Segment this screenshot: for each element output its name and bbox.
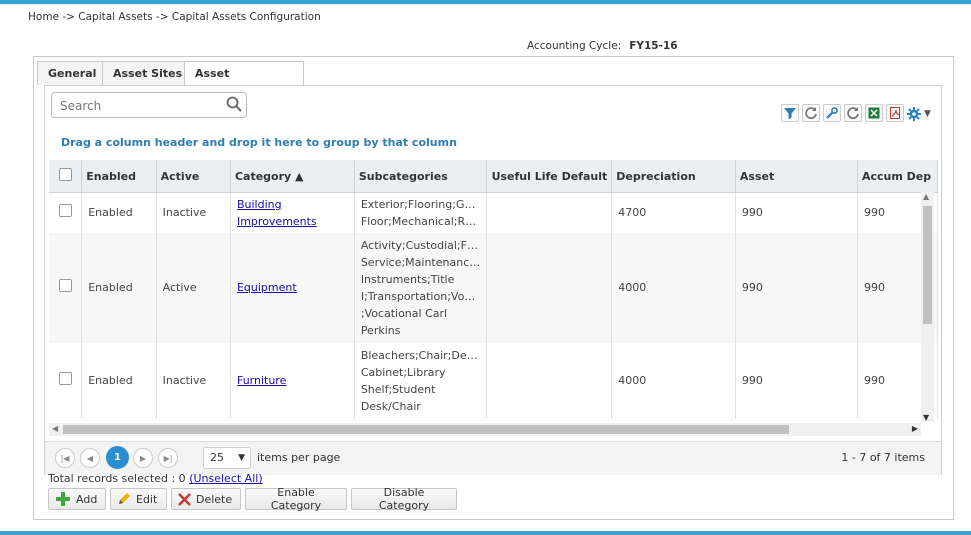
delete-button-label: Delete — [196, 492, 233, 506]
cell-depreciation: 4000 — [611, 232, 736, 343]
disable-category-button[interactable]: Disable Category — [351, 486, 457, 512]
gear-icon[interactable]: ▼ — [907, 104, 937, 124]
next-page-icon[interactable]: ▶ — [133, 448, 153, 468]
page-size-value: 25 — [210, 451, 224, 464]
plus-icon — [56, 492, 70, 506]
vertical-scrollbar[interactable]: ▲ ▼ — [921, 192, 934, 422]
cell-active: Inactive — [156, 192, 231, 233]
cell-category: Furniture — [230, 342, 355, 419]
cell-depreciation: 4000 — [611, 342, 736, 419]
accounting-cycle-label: Accounting Cycle: — [527, 40, 622, 52]
pager-info: 1 - 7 of 7 items — [841, 451, 925, 464]
total-selected-label: Total records selected : 0 — [48, 472, 186, 485]
select-all-checkbox[interactable] — [58, 168, 72, 181]
cell-enabled: Enabled — [81, 342, 157, 419]
horizontal-scroll-thumb[interactable] — [63, 425, 789, 434]
column-header-useful-life[interactable]: Useful Life Default — [486, 160, 613, 193]
add-button-label: Add — [76, 492, 98, 506]
row-checkbox[interactable] — [58, 371, 72, 385]
category-link[interactable]: Building Improvements — [237, 198, 317, 228]
breadcrumb[interactable]: Home -> Capital Assets -> Capital Assets… — [28, 11, 321, 23]
categories-grid-container: ▼ Drag a column header and drop it here … — [44, 85, 942, 475]
scroll-left-icon[interactable]: ◀ — [52, 424, 58, 433]
search-box[interactable] — [51, 92, 247, 118]
column-header-enabled[interactable]: Enabled — [81, 160, 157, 193]
cell-asset: 990 — [735, 342, 859, 419]
cell-depreciation: 4700 — [611, 192, 736, 233]
column-header-accum-dep[interactable]: Accum Dep — [857, 160, 938, 193]
accounting-cycle: Accounting Cycle: FY15-16 — [527, 40, 678, 52]
cell-subcategories: Bleachers;Chair;De… Cabinet;Library Shelf;… — [354, 342, 488, 419]
grid-header-row: Enabled Active Category ▲ Subcategories … — [49, 160, 938, 193]
action-bar: Add Edit Delete Enable Category Disable … — [48, 486, 457, 512]
add-button[interactable]: Add — [48, 488, 106, 510]
tab-asset-categories[interactable]: Asset Categories — [184, 61, 304, 103]
cell-useful-life — [486, 192, 613, 233]
categories-table: Enabled Active Category ▲ Subcategories … — [49, 160, 938, 419]
table-row[interactable]: Enabled Inactive Furniture Bleachers;Cha… — [49, 342, 938, 419]
column-header-asset[interactable]: Asset — [735, 160, 859, 193]
top-accent-bar — [0, 0, 971, 4]
chevron-down-icon: ▼ — [238, 453, 245, 463]
pdf-icon[interactable] — [886, 104, 904, 122]
cell-useful-life — [486, 232, 613, 343]
refresh-icon[interactable] — [802, 104, 820, 122]
scroll-up-icon[interactable]: ▲ — [923, 192, 929, 201]
grid-pager: |◀ ◀ 1 ▶ ▶| 25 ▼ items per page 1 - 7 of … — [45, 441, 941, 475]
cell-category: Building Improvements — [230, 192, 355, 233]
vertical-scroll-thumb[interactable] — [923, 206, 932, 324]
grid-tool-icons: ▼ — [781, 104, 937, 124]
group-drop-hint[interactable]: Drag a column header and drop it here to… — [61, 136, 457, 149]
last-page-icon[interactable]: ▶| — [158, 448, 178, 468]
column-header-active[interactable]: Active — [156, 160, 231, 193]
table-row[interactable]: Enabled Inactive Building Improvements Ex… — [49, 192, 938, 233]
cell-asset: 990 — [735, 192, 859, 233]
refresh-icon[interactable] — [844, 104, 862, 122]
edit-button[interactable]: Edit — [110, 488, 167, 510]
cell-subcategories: Exterior;Flooring;G… Floor;Mechanical;R… — [354, 192, 488, 233]
scroll-right-icon[interactable]: ▶ — [912, 424, 918, 433]
cell-subcategories: Activity;Custodial;F… Service;Maintenanc…… — [354, 232, 488, 343]
close-icon — [178, 492, 191, 506]
grid-toolbar: ▼ Drag a column header and drop it here … — [45, 86, 941, 161]
row-checkbox[interactable] — [58, 203, 72, 217]
category-link[interactable]: Equipment — [237, 281, 297, 294]
excel-icon[interactable] — [865, 104, 883, 122]
accounting-cycle-value: FY15-16 — [629, 40, 678, 52]
enable-category-button[interactable]: Enable Category — [245, 486, 347, 512]
categories-grid: Enabled Active Category ▲ Subcategories … — [49, 160, 938, 440]
search-icon[interactable] — [226, 96, 242, 115]
horizontal-scrollbar[interactable]: ◀ ▶ — [49, 423, 921, 436]
items-per-page-label: items per page — [257, 451, 341, 464]
bottom-accent-bar — [0, 531, 971, 535]
cell-category: Equipment — [230, 232, 355, 343]
page-size-select[interactable]: 25 ▼ — [203, 447, 251, 469]
current-page-button[interactable]: 1 — [106, 446, 129, 469]
column-header-subcategories[interactable]: Subcategories — [354, 160, 488, 193]
cell-enabled: Enabled — [81, 192, 157, 233]
total-selected: Total records selected : 0 (Unselect All… — [48, 472, 263, 485]
row-checkbox[interactable] — [58, 278, 72, 292]
cell-active: Active — [156, 232, 231, 343]
cell-active: Inactive — [156, 342, 231, 419]
filter-icon[interactable] — [781, 104, 799, 122]
first-page-icon[interactable]: |◀ — [55, 448, 75, 468]
pencil-icon — [119, 493, 130, 504]
column-header-depreciation[interactable]: Depreciation — [611, 160, 736, 193]
unselect-all-link[interactable]: (Unselect All) — [189, 472, 262, 485]
edit-button-label: Edit — [136, 492, 158, 506]
prev-page-icon[interactable]: ◀ — [80, 448, 100, 468]
delete-button[interactable]: Delete — [171, 488, 241, 510]
table-row[interactable]: Enabled Active Equipment Activity;Custod… — [49, 232, 938, 343]
cell-enabled: Enabled — [81, 232, 157, 343]
column-header-category[interactable]: Category ▲ — [230, 160, 355, 193]
category-link[interactable]: Furniture — [237, 374, 286, 387]
search-input[interactable] — [58, 94, 222, 118]
cell-asset: 990 — [735, 232, 859, 343]
scroll-down-icon[interactable]: ▼ — [923, 413, 929, 422]
chevron-down-icon[interactable]: ▼ — [924, 109, 931, 119]
wrench-icon[interactable] — [823, 104, 841, 122]
cell-useful-life — [486, 342, 613, 419]
select-all-header[interactable] — [49, 160, 83, 193]
